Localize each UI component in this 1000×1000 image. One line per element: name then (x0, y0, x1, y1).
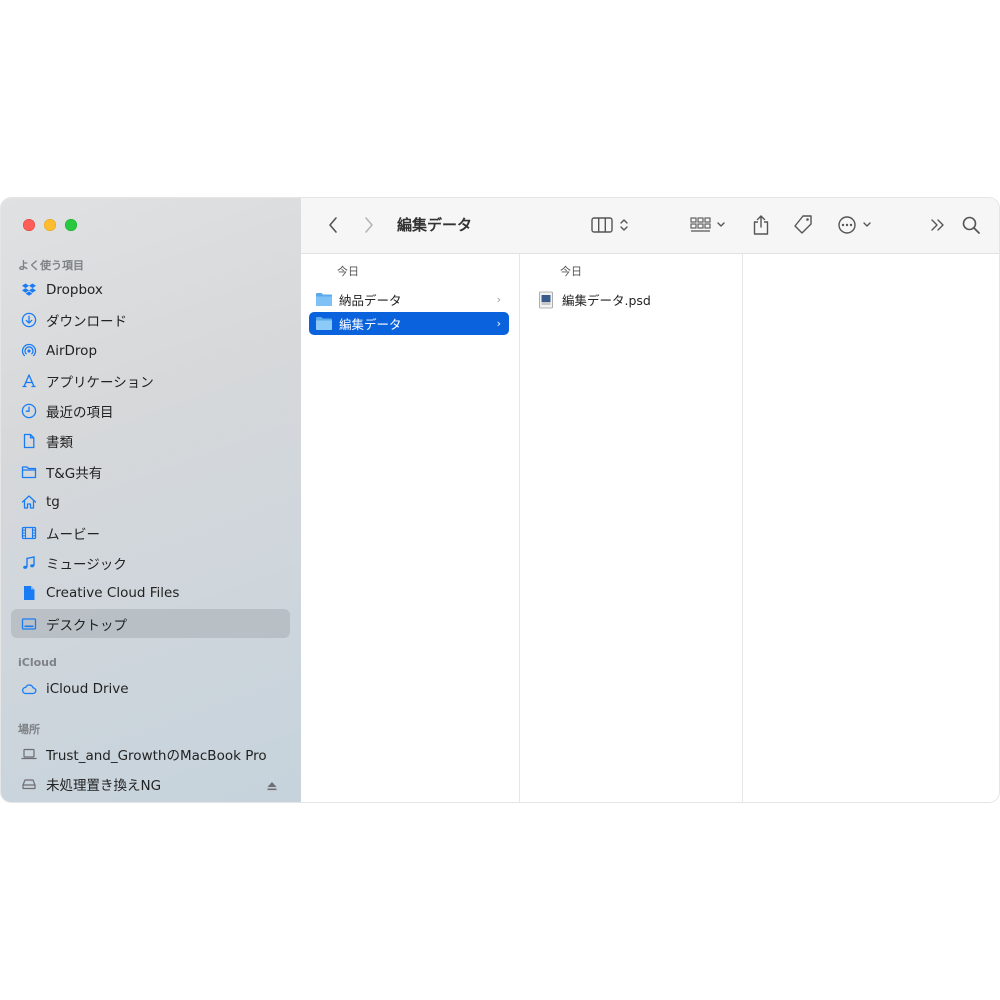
sidebar-item-music[interactable]: ミュージック (11, 548, 290, 577)
sidebar-item-label: デスクトップ (46, 617, 127, 634)
clock-icon (20, 402, 38, 420)
column-browser: 今日 納品データ › 編集データ › 今日 編集データ.psd (301, 254, 999, 802)
sidebar-item-applications[interactable]: アプリケーション (11, 366, 290, 395)
more-actions-button[interactable] (836, 212, 876, 238)
folder-icon (20, 463, 38, 481)
sidebar-item-label: T&G共有 (46, 465, 103, 482)
search-icon (962, 216, 980, 234)
toolbar-overflow-button[interactable] (928, 212, 948, 238)
window-title: 編集データ (397, 216, 473, 234)
sidebar-section-header-favorites: よく使う項目 (18, 259, 84, 272)
share-button[interactable] (750, 212, 772, 238)
sidebar-item-dropbox[interactable]: Dropbox (11, 275, 290, 304)
sidebar-item-creative-cloud-files[interactable]: Creative Cloud Files (11, 578, 290, 607)
sidebar-item-label: tg (46, 493, 60, 510)
sidebar-item-label: 未処理置き換えNG (46, 777, 162, 794)
list-item-label: 編集データ.psd (562, 293, 651, 308)
laptop-icon (20, 745, 38, 763)
sidebar-item-label: iCloud Drive (46, 680, 129, 697)
document-icon (20, 432, 38, 450)
double-chevron-right-icon (931, 219, 944, 231)
music-note-icon (20, 554, 38, 572)
desktop-icon (20, 615, 38, 633)
sidebar-item-label: ダウンロード (46, 313, 127, 330)
sidebar-item-recents[interactable]: 最近の項目 (11, 396, 290, 425)
sidebar-item-label: ミュージック (46, 556, 127, 573)
toolbar: 編集データ (301, 198, 999, 254)
chevron-left-icon (329, 217, 337, 233)
external-drive-icon (20, 775, 38, 793)
group-button[interactable] (689, 212, 731, 238)
zoom-window-button[interactable] (65, 219, 77, 231)
sidebar-item-label: 最近の項目 (46, 404, 114, 421)
grid-icon (690, 217, 725, 232)
chevron-right-icon: › (496, 317, 501, 330)
airdrop-icon (20, 342, 38, 360)
search-button[interactable] (960, 212, 982, 238)
sidebar-item-movies[interactable]: ムービー (11, 518, 290, 547)
list-item-henshu-data[interactable]: 編集データ › (309, 312, 509, 335)
sidebar-item-external-drive[interactable]: 未処理置き換えNG (11, 769, 290, 798)
back-button[interactable] (323, 212, 343, 238)
film-icon (20, 524, 38, 542)
sidebar-item-documents[interactable]: 書類 (11, 426, 290, 455)
list-item-label: 編集データ (339, 317, 402, 332)
cloud-icon (20, 680, 38, 698)
sidebar-item-icloud-drive[interactable]: iCloud Drive (11, 674, 290, 703)
column-1: 今日 納品データ › 編集データ › (301, 254, 520, 802)
sidebar-section-header-icloud: iCloud (18, 656, 57, 669)
dropbox-icon (20, 281, 38, 299)
minimize-window-button[interactable] (44, 219, 56, 231)
list-item-label: 納品データ (339, 293, 402, 308)
view-mode-button[interactable] (590, 212, 634, 238)
sidebar-item-tg-shared[interactable]: T&G共有 (11, 457, 290, 486)
download-icon (20, 311, 38, 329)
applications-icon (20, 372, 38, 390)
sidebar-item-desktop[interactable]: デスクトップ (11, 609, 290, 638)
file-icon (20, 584, 38, 602)
sidebar-item-macbook[interactable]: Trust_and_GrowthのMacBook Pro (11, 739, 290, 768)
sidebar-item-label: アプリケーション (46, 374, 154, 391)
column-header: 今日 (560, 265, 582, 278)
sidebar-item-label: Dropbox (46, 281, 103, 298)
sidebar: よく使う項目 Dropbox ダウンロード AirDrop アプリケーション 最… (1, 198, 302, 802)
chevron-right-icon (365, 217, 373, 233)
sidebar-item-label: ムービー (46, 526, 100, 543)
sidebar-item-label: Creative Cloud Files (46, 584, 180, 601)
folder-icon (315, 292, 333, 308)
share-icon (753, 215, 769, 235)
close-window-button[interactable] (23, 219, 35, 231)
psd-file-icon (538, 291, 556, 308)
sidebar-item-airdrop[interactable]: AirDrop (11, 336, 290, 365)
sidebar-item-downloads[interactable]: ダウンロード (11, 305, 290, 334)
eject-icon[interactable] (266, 777, 278, 791)
sidebar-item-label: AirDrop (46, 342, 98, 359)
sidebar-item-label: 書類 (46, 434, 73, 451)
list-item-nohin-data[interactable]: 納品データ › (309, 288, 509, 311)
tag-icon (794, 215, 812, 234)
column-2: 今日 編集データ.psd (520, 254, 743, 802)
forward-button[interactable] (359, 212, 379, 238)
chevron-right-icon: › (496, 293, 501, 306)
sidebar-section-header-locations: 場所 (18, 723, 40, 736)
tag-button[interactable] (791, 212, 815, 238)
ellipsis-circle-icon (838, 216, 871, 234)
columns-view-icon (591, 217, 628, 233)
home-icon (20, 493, 38, 511)
column-3-empty (743, 254, 999, 802)
sidebar-item-label: Trust_and_GrowthのMacBook Pro (46, 747, 267, 764)
sidebar-item-home[interactable]: tg (11, 487, 290, 516)
finder-window: よく使う項目 Dropbox ダウンロード AirDrop アプリケーション 最… (1, 198, 999, 802)
folder-icon (315, 316, 333, 332)
column-header: 今日 (337, 265, 359, 278)
list-item-henshu-data-psd[interactable]: 編集データ.psd (532, 288, 732, 311)
